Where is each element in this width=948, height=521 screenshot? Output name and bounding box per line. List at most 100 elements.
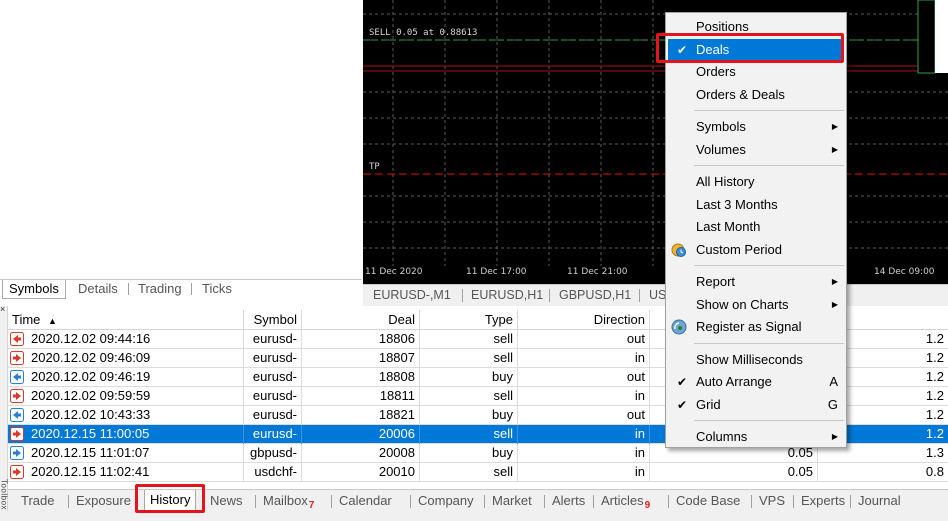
col-deal[interactable]: Deal	[302, 310, 420, 330]
sort-asc-icon: ▲	[48, 316, 57, 326]
cell-type: sell	[420, 425, 518, 444]
menu-item-label: Volumes	[696, 141, 746, 157]
menu-item-auto-arrange[interactable]: ✔ Auto Arrange A	[668, 371, 844, 393]
menu-item-label: Custom Period	[696, 241, 782, 257]
submenu-arrow-icon: ▶	[831, 144, 838, 154]
tab-calendar[interactable]: Calendar	[334, 491, 397, 511]
menu-item-label: Columns	[696, 429, 748, 444]
chart-tab-eurusd-m1[interactable]: EURUSD-,M1	[367, 287, 457, 305]
menu-item-report[interactable]: Report ▶	[668, 271, 844, 293]
cell-type: sell	[420, 463, 518, 482]
tab-news[interactable]: News	[205, 491, 248, 511]
col-symbol[interactable]: Symbol	[244, 310, 302, 330]
tab-separator	[850, 495, 851, 508]
checkmark-icon: ✔	[677, 375, 688, 389]
tab-details[interactable]: Details	[72, 280, 124, 298]
cell-time: 2020.12.15 11:01:07	[8, 444, 244, 463]
menu-separator	[694, 165, 844, 166]
menu-item-volumes[interactable]: Volumes ▶	[668, 139, 844, 161]
cell-time: 2020.12.15 11:02:41	[8, 463, 244, 482]
tab-vps[interactable]: VPS	[754, 491, 790, 511]
menu-item-deals[interactable]: ✔ Deals	[668, 38, 844, 61]
cell-time: 2020.12.02 09:46:09	[8, 349, 244, 368]
cell-time: 2020.12.02 09:46:19	[8, 368, 244, 387]
tp-label: TP	[369, 162, 380, 172]
shortcut-key: A	[829, 374, 838, 389]
tab-label: Code Base	[676, 493, 741, 508]
tab-trade[interactable]: Trade	[16, 491, 59, 511]
cell-symbol: eurusd-	[244, 330, 302, 349]
cell-direction: in	[518, 444, 650, 463]
tab-label: Articles	[601, 493, 644, 508]
tab-symbols[interactable]: Symbols	[2, 280, 66, 299]
tab-separator	[639, 289, 640, 302]
col-type[interactable]: Type	[420, 310, 518, 330]
cell-symbol: gbpusd-	[244, 444, 302, 463]
menu-item-last-3-months[interactable]: Last 3 Months	[668, 194, 844, 216]
tab-exposure[interactable]: Exposure	[71, 491, 136, 511]
notification-badge: 7	[308, 500, 315, 511]
menu-item-orders[interactable]: Orders	[668, 61, 844, 83]
menu-item-positions[interactable]: Positions	[668, 16, 844, 38]
sell-order-label: SELL 0.05 at 0.88613	[369, 28, 478, 38]
chart-scale-edge	[935, 0, 948, 73]
menu-item-label: Report	[696, 274, 736, 289]
cell-type: buy	[420, 444, 518, 463]
tab-journal[interactable]: Journal	[853, 491, 906, 511]
tab-articles[interactable]: Articles9	[596, 491, 655, 511]
menu-item-custom-period[interactable]: Custom Period	[668, 239, 844, 261]
tab-label: History	[150, 492, 191, 507]
cell-time: 2020.12.02 09:59:59	[8, 387, 244, 406]
market-watch-panel	[0, 0, 362, 279]
menu-item-symbols[interactable]: Symbols ▶	[668, 116, 844, 138]
close-icon[interactable]: ×	[0, 305, 5, 314]
tab-label: Calendar	[339, 493, 392, 508]
menu-item-label: Deals	[696, 41, 730, 57]
tab-market[interactable]: Market	[487, 491, 537, 511]
buy-deal-icon	[10, 370, 24, 384]
menu-item-columns[interactable]: Columns ▶	[668, 426, 844, 448]
tab-code-base[interactable]: Code Base	[671, 491, 745, 511]
toolbox-tabs: Trade Exposure History News Mailbox7 Calendar…	[8, 489, 948, 511]
col-direction[interactable]: Direction	[518, 310, 650, 330]
time-text: 2020.12.02 09:44:16	[31, 331, 151, 346]
table-row[interactable]: 2020.12.15 11:02:41 usdchf- 20010 sell in 0.0…	[8, 463, 948, 482]
tab-history[interactable]: History	[144, 490, 197, 511]
tab-separator	[593, 495, 594, 508]
tab-trading[interactable]: Trading	[132, 280, 188, 298]
tab-experts[interactable]: Experts	[796, 491, 850, 511]
chart-tab-eurusd-h1[interactable]: EURUSD,H1	[465, 287, 549, 305]
time-tick: 14 Dec 09:00	[874, 267, 935, 277]
tab-label: Exposure	[76, 493, 131, 508]
cell-deal: 18808	[302, 368, 420, 387]
sell-deal-icon	[10, 351, 24, 365]
cell-symbol: eurusd-	[244, 349, 302, 368]
menu-item-show-milliseconds[interactable]: Show Milliseconds	[668, 349, 844, 371]
menu-separator	[694, 110, 844, 111]
menu-item-register-as-signal[interactable]: Register as Signal	[668, 316, 844, 338]
cell-price: 0.8	[925, 464, 944, 479]
menu-item-grid[interactable]: ✔ Grid G	[668, 394, 844, 416]
tab-mailbox[interactable]: Mailbox7	[258, 491, 319, 511]
menu-item-last-month[interactable]: Last Month	[668, 216, 844, 238]
menu-item-show-on-charts[interactable]: Show on Charts ▶	[668, 294, 844, 316]
sell-deal-icon	[10, 465, 24, 479]
menu-item-all-history[interactable]: All History	[668, 171, 844, 193]
tab-ticks[interactable]: Ticks	[196, 280, 238, 298]
checkmark-icon: ✔	[677, 397, 688, 412]
signal-icon	[671, 319, 687, 335]
cell-type: sell	[420, 330, 518, 349]
col-time[interactable]: Time ▲	[8, 310, 244, 330]
tab-label: Mailbox	[263, 493, 308, 508]
tab-company[interactable]: Company	[413, 491, 479, 511]
tab-separator	[793, 495, 794, 508]
menu-item-orders-deals[interactable]: Orders & Deals	[668, 84, 844, 106]
menu-item-label: Show Milliseconds	[696, 351, 803, 367]
mt5-terminal-window: Symbols Details Trading Ticks SELL 0.05 …	[0, 0, 948, 521]
time-text: 2020.12.02 09:59:59	[31, 388, 151, 403]
price-chart[interactable]: SELL 0.05 at 0.88613 TP	[363, 0, 948, 266]
tab-separator	[668, 495, 669, 508]
tab-alerts[interactable]: Alerts	[547, 491, 590, 511]
cell-type: sell	[420, 387, 518, 406]
chart-tab-gbpusd-h1[interactable]: GBPUSD,H1	[553, 287, 637, 305]
